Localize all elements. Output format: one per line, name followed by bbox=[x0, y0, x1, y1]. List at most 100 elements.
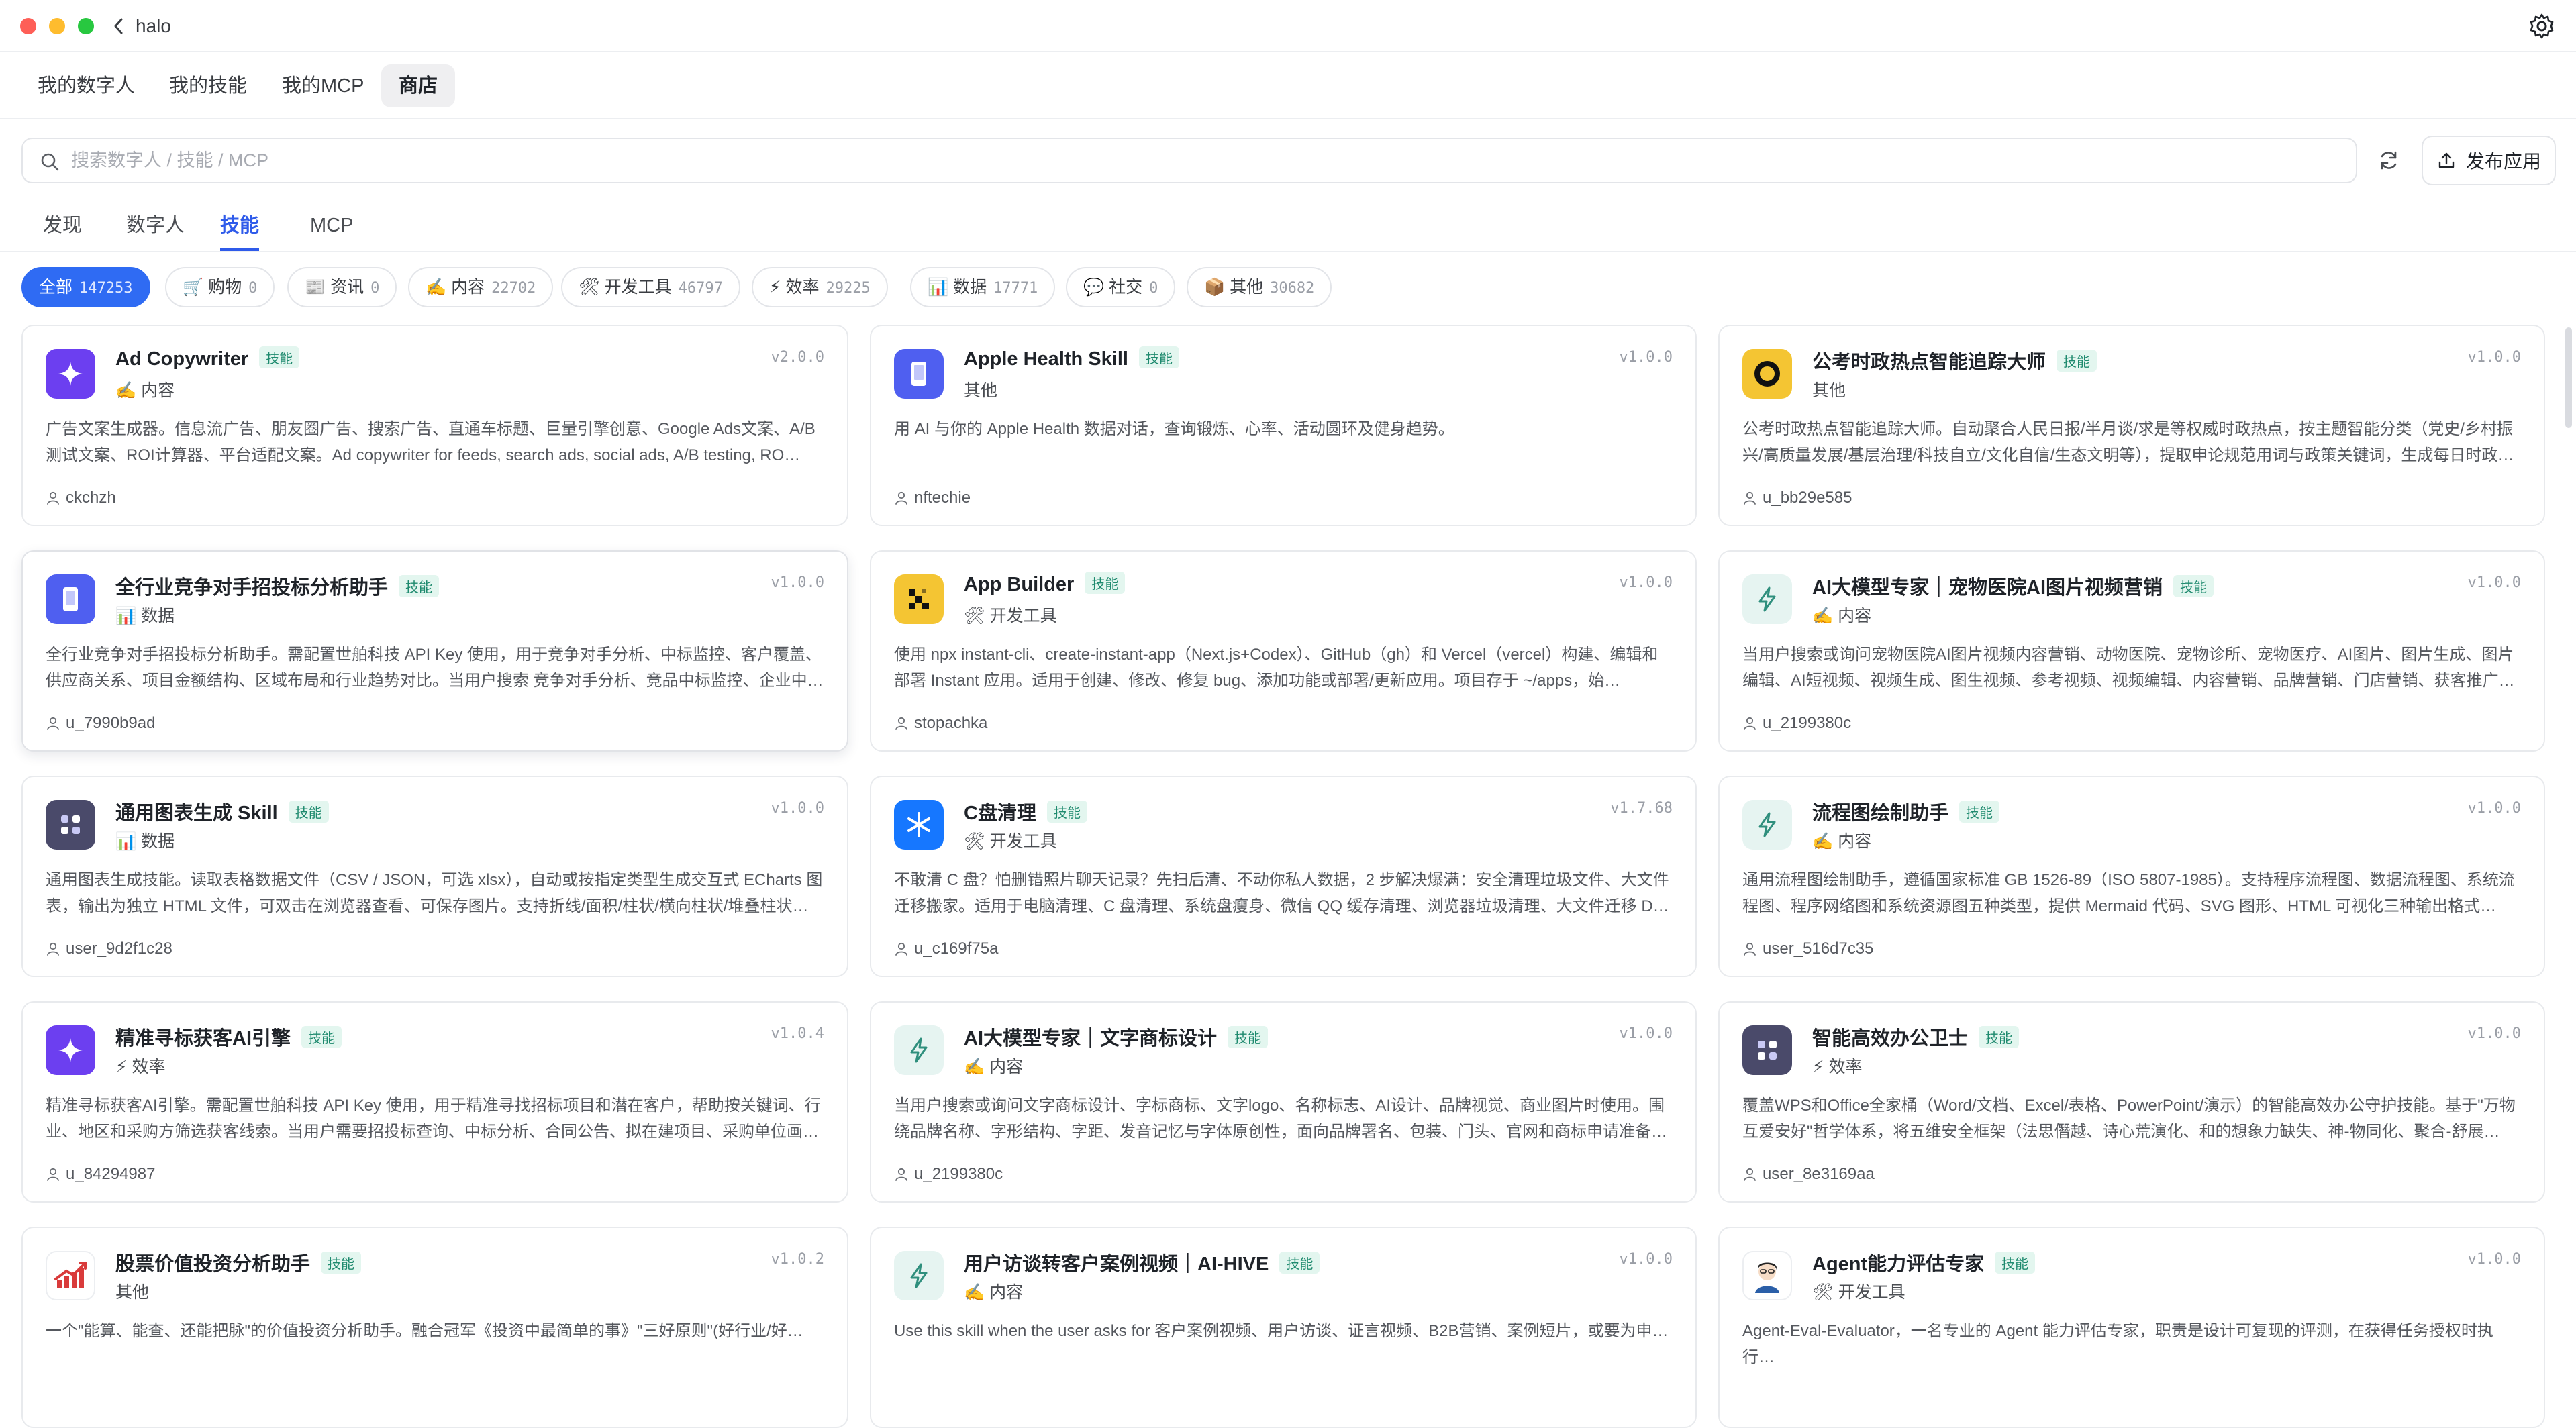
card-author[interactable]: nftechie bbox=[894, 489, 971, 507]
card-title: 智能高效办公卫士 技能 bbox=[1812, 1023, 2020, 1051]
maximize-window-button[interactable] bbox=[78, 18, 94, 34]
user-icon bbox=[1744, 942, 1756, 956]
card-author[interactable]: u_7990b9ad bbox=[46, 714, 155, 733]
user-icon bbox=[1744, 717, 1756, 730]
card-author-name: u_7990b9ad bbox=[66, 714, 156, 732]
chip-label: ⚡ 效率 bbox=[769, 278, 820, 297]
card-author[interactable]: user_9d2f1c28 bbox=[46, 939, 172, 958]
skill-card[interactable]: Agent能力评估专家 技能 🛠 开发工具 v1.0.0 Agent-Eval-Eval… bbox=[1718, 1227, 2545, 1428]
card-author[interactable]: stopachka bbox=[894, 714, 987, 733]
chip-data[interactable]: 📊 数据 17771 bbox=[910, 267, 1056, 307]
card-author[interactable]: user_516d7c35 bbox=[1742, 939, 1873, 958]
sparkle-icon bbox=[46, 349, 95, 399]
minimize-window-button[interactable] bbox=[49, 18, 65, 34]
skill-card[interactable]: 流程图绘制助手 技能 ✍️ 内容 v1.0.0 通用流程图绘制助手，遵循国家标准 GB … bbox=[1718, 776, 2545, 977]
chip-social[interactable]: 💬 社交 0 bbox=[1066, 267, 1176, 307]
card-description: 广告文案生成器。信息流广告、朋友圈广告、搜索广告、直通车标题、巨量引擎创意、Go… bbox=[46, 420, 815, 464]
card-title-text: C盘清理 bbox=[964, 803, 1036, 824]
card-category: 🛠 开发工具 bbox=[964, 607, 1057, 625]
user-icon bbox=[895, 491, 907, 505]
card-category: ✍️ 内容 bbox=[964, 1058, 1024, 1076]
chip-all[interactable]: 全部 147253 bbox=[21, 267, 150, 307]
skill-card[interactable]: AI大模型专家｜文字商标设计 技能 ✍️ 内容 v1.0.0 当用户搜索或询问文字商标设… bbox=[870, 1001, 1697, 1203]
gear-icon[interactable] bbox=[2528, 12, 2556, 40]
skill-card[interactable]: C盘清理 技能 🛠 开发工具 v1.7.68 不敢清 C 盘？怕删错照片聊天记录？先扫后… bbox=[870, 776, 1697, 977]
skill-badge: 技能 bbox=[1959, 801, 2000, 823]
card-description: 覆盖WPS和Office全家桶（Word/文档、Excel/表格、PowerPo… bbox=[1742, 1096, 2516, 1141]
card-category: ✍️ 内容 bbox=[115, 381, 175, 400]
chip-shopping[interactable]: 🛒 购物 0 bbox=[165, 267, 275, 307]
card-author-name: u_84294987 bbox=[66, 1165, 156, 1183]
card-author[interactable]: user_8e3169aa bbox=[1742, 1165, 1875, 1184]
card-author[interactable]: u_bb29e585 bbox=[1742, 489, 1852, 507]
avatar-icon bbox=[1742, 1251, 1792, 1300]
search-input[interactable] bbox=[71, 139, 2340, 182]
refresh-button[interactable] bbox=[2369, 141, 2408, 180]
sub-tab-mcp[interactable]: MCP bbox=[310, 205, 353, 251]
card-category: ⚡ 效率 bbox=[1812, 1058, 1863, 1076]
card-title: Ad Copywriter 技能 bbox=[115, 346, 300, 370]
chip-label: 🛒 购物 bbox=[183, 278, 242, 297]
card-author[interactable]: u_c169f75a bbox=[894, 939, 998, 958]
skill-card[interactable]: 全行业竞争对手招投标分析助手 技能 📊 数据 v1.0.0 全行业竞争对手招投标分析助手… bbox=[21, 550, 848, 752]
card-category: ✍️ 内容 bbox=[964, 1283, 1024, 1302]
card-author-name: u_2199380c bbox=[914, 1165, 1003, 1183]
chip-label: 📊 数据 bbox=[928, 278, 987, 297]
card-description: 用 AI 与你的 Apple Health 数据对话，查询锻炼、心率、活动圆环及… bbox=[894, 420, 1454, 438]
sub-tab-digital-humans[interactable]: 数字人 bbox=[126, 205, 185, 251]
publish-app-button[interactable]: 发布应用 bbox=[2422, 136, 2556, 185]
skill-badge: 技能 bbox=[1138, 346, 1179, 368]
ring-icon bbox=[1742, 349, 1792, 399]
chip-news[interactable]: 📰 资讯 0 bbox=[287, 267, 397, 307]
card-title: 公考时政热点智能追踪大师 技能 bbox=[1812, 346, 2097, 374]
user-icon bbox=[47, 942, 59, 956]
nav-tab-my-digital-humans[interactable]: 我的数字人 bbox=[20, 64, 152, 107]
scrollbar[interactable] bbox=[2565, 327, 2572, 428]
skill-badge: 技能 bbox=[1228, 1026, 1269, 1048]
card-description: 当用户搜索或询问文字商标设计、字标商标、文字logo、名称标志、AI设计、品牌视… bbox=[894, 1096, 1667, 1141]
nav-tab-my-skills[interactable]: 我的技能 bbox=[152, 64, 264, 107]
card-title: 通用图表生成 Skill 技能 bbox=[115, 797, 329, 825]
close-window-button[interactable] bbox=[20, 18, 36, 34]
chip-count: 0 bbox=[248, 280, 258, 297]
chip-content[interactable]: ✍️ 内容 22702 bbox=[408, 267, 554, 307]
card-title-text: App Builder bbox=[964, 574, 1075, 595]
card-title-text: 智能高效办公卫士 bbox=[1812, 1028, 1969, 1050]
chip-count: 0 bbox=[1149, 280, 1158, 297]
card-author[interactable]: ckchzh bbox=[46, 489, 116, 507]
card-author[interactable]: u_2199380c bbox=[894, 1165, 1003, 1184]
nav-tab-my-mcp[interactable]: 我的MCP bbox=[264, 64, 381, 107]
skill-card[interactable]: AI大模型专家｜宠物医院AI图片视频营销 技能 ✍️ 内容 v1.0.0 当用户搜索或询… bbox=[1718, 550, 2545, 752]
publish-app-label: 发布应用 bbox=[2465, 151, 2541, 172]
card-title-text: Ad Copywriter bbox=[115, 348, 249, 370]
card-author[interactable]: u_84294987 bbox=[46, 1165, 155, 1184]
chevron-left-icon[interactable] bbox=[109, 15, 129, 38]
sub-tab-discover[interactable]: 发现 bbox=[43, 205, 82, 251]
skill-card[interactable]: App Builder 技能 🛠 开发工具 v1.0.0 使用 npx instant-… bbox=[870, 550, 1697, 752]
chip-other[interactable]: 📦 其他 30682 bbox=[1187, 267, 1332, 307]
nav-tab-store[interactable]: 商店 bbox=[381, 64, 456, 107]
skill-card[interactable]: 用户访谈转客户案例视频｜AI-HIVE 技能 ✍️ 内容 v1.0.0 Use this… bbox=[870, 1227, 1697, 1428]
skill-card[interactable]: 智能高效办公卫士 技能 ⚡ 效率 v1.0.0 覆盖WPS和Office全家桶（Word… bbox=[1718, 1001, 2545, 1203]
card-title-text: 通用图表生成 Skill bbox=[115, 803, 278, 824]
skill-card[interactable]: 公考时政热点智能追踪大师 技能 其他 v1.0.0 公考时政热点智能追踪大师。自动聚合人… bbox=[1718, 325, 2545, 526]
card-author[interactable]: u_2199380c bbox=[1742, 714, 1851, 733]
title-bar: halo bbox=[0, 0, 2576, 52]
card-description: 公考时政热点智能追踪大师。自动聚合人民日报/半月谈/求是等权威时政热点，按主题智… bbox=[1742, 420, 2514, 464]
skill-card[interactable]: 股票价值投资分析助手 技能 其他 v1.0.2 一个"能算、能查、还能把脉"的价值投资分… bbox=[21, 1227, 848, 1428]
chip-dev-tools[interactable]: 🛠 开发工具 46797 bbox=[561, 267, 740, 307]
card-author-name: user_8e3169aa bbox=[1763, 1165, 1875, 1183]
skill-badge: 技能 bbox=[399, 575, 440, 597]
skill-card[interactable]: Apple Health Skill 技能 其他 v1.0.0 用 AI 与你的 App… bbox=[870, 325, 1697, 526]
sub-tab-skills[interactable]: 技能 bbox=[220, 205, 260, 251]
card-category: 🛠 开发工具 bbox=[964, 832, 1057, 851]
skill-card[interactable]: Ad Copywriter 技能 ✍️ 内容 v2.0.0 广告文案生成器。信息流广告、… bbox=[21, 325, 848, 526]
skill-card[interactable]: 通用图表生成 Skill 技能 📊 数据 v1.0.0 通用图表生成技能。读取表格数据文… bbox=[21, 776, 848, 977]
card-category: 📊 数据 bbox=[115, 832, 175, 851]
chip-efficiency[interactable]: ⚡ 效率 29225 bbox=[752, 267, 888, 307]
card-title-text: AI大模型专家｜文字商标设计 bbox=[964, 1028, 1218, 1050]
search-box[interactable] bbox=[21, 138, 2357, 183]
refresh-icon bbox=[2381, 151, 2397, 170]
skill-card[interactable]: 精准寻标获客AI引擎 技能 ⚡ 效率 v1.0.4 精准寻标获客AI引擎。需配置世舶科技… bbox=[21, 1001, 848, 1203]
card-description: 不敢清 C 盘？怕删错照片聊天记录？先扫后清、不动你私人数据，2 步解决爆满：安… bbox=[894, 871, 1669, 915]
